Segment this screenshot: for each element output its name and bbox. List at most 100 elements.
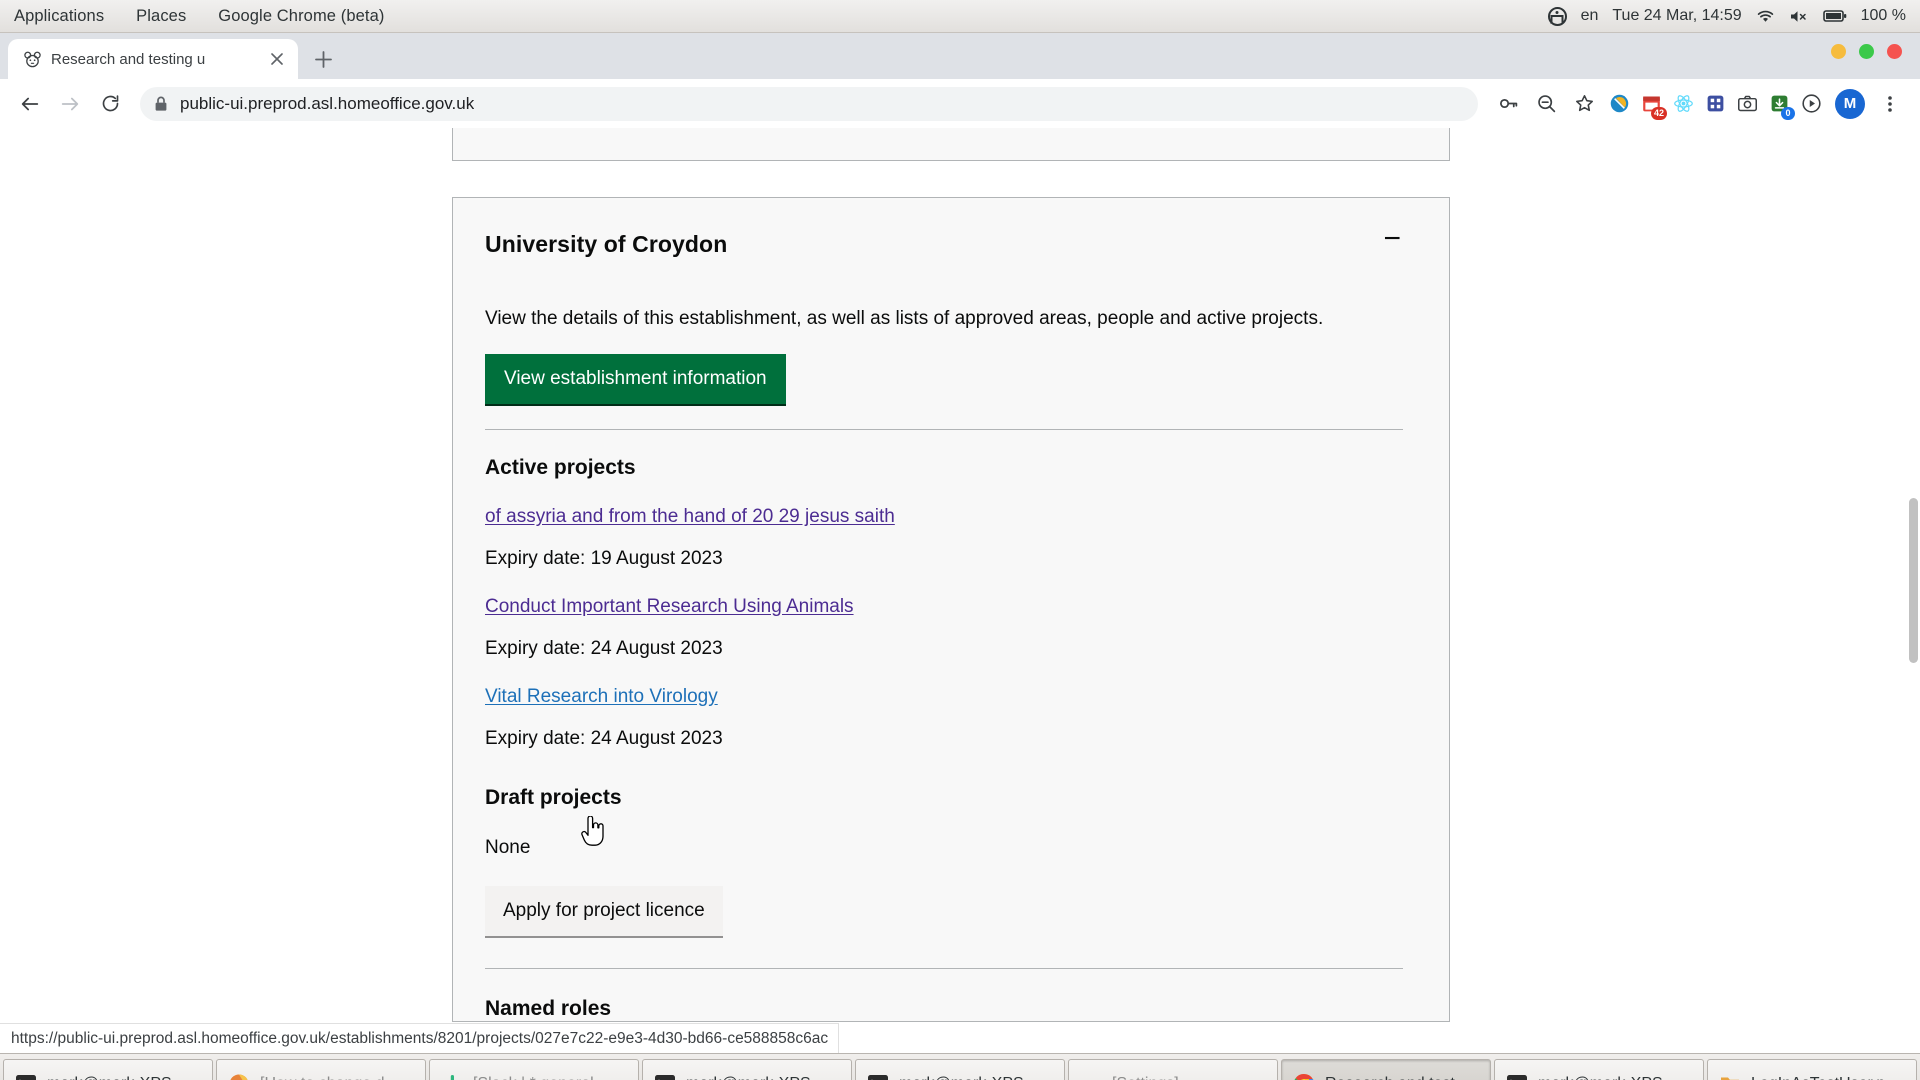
project-link[interactable]: Conduct Important Research Using Animals <box>485 596 854 617</box>
extension-badge-count: 42 <box>1650 106 1667 120</box>
battery-icon[interactable] <box>1822 9 1847 23</box>
list-item: Vital Research into Virology Expiry date… <box>485 686 1403 750</box>
taskbar-item-label: [Settings] <box>1112 1075 1179 1080</box>
menu-places[interactable]: Places <box>136 7 186 26</box>
window-controls <box>1831 44 1902 59</box>
previous-establishment-panel <box>452 128 1450 161</box>
project-link-hovered[interactable]: Vital Research into Virology <box>485 686 718 707</box>
mouse-favicon <box>22 49 42 69</box>
taskbar-item-label: mark@mark-XPS-... <box>1538 1075 1681 1080</box>
taskbar-item-firefox[interactable]: [How to change d... <box>216 1059 426 1080</box>
taskbar-item-settings[interactable]: [Settings] <box>1068 1059 1278 1080</box>
taskbar-item-files[interactable]: LogInAsTestUser.p... <box>1707 1059 1917 1080</box>
taskbar-item-terminal-2[interactable]: mark@mark-XPS-... <box>642 1059 852 1080</box>
minus-icon[interactable]: − <box>1381 224 1403 254</box>
scrollbar-thumb[interactable] <box>1909 498 1918 663</box>
taskbar-item-chrome[interactable]: Research and test... <box>1281 1059 1491 1080</box>
address-bar[interactable]: public-ui.preprod.asl.homeoffice.gov.uk <box>140 86 1478 121</box>
menu-applications[interactable]: Applications <box>14 7 104 26</box>
list-item: of assyria and from the hand of 20 29 je… <box>485 506 1403 570</box>
taskbar-item-label: mark@mark-XPS-... <box>899 1075 1042 1080</box>
taskbar-item-terminal-4[interactable]: mark@mark-XPS-... <box>1494 1059 1704 1080</box>
taskbar-item-label: Research and test... <box>1325 1075 1468 1080</box>
calendar-extension-icon[interactable]: 42 <box>1636 89 1667 120</box>
terminal-icon <box>1507 1074 1527 1080</box>
download-badge-count: 0 <box>1781 106 1795 120</box>
back-arrow-icon[interactable] <box>12 86 48 122</box>
page-viewport: University of Croydon − View the details… <box>0 128 1920 1053</box>
zoom-out-icon[interactable] <box>1528 86 1564 122</box>
reload-icon[interactable] <box>92 86 128 122</box>
close-window-button[interactable] <box>1887 44 1902 59</box>
list-item: Conduct Important Research Using Animals… <box>485 596 1403 660</box>
divider <box>485 967 1403 969</box>
wifi-icon[interactable] <box>1756 9 1775 24</box>
tab-research-and-testing[interactable]: Research and testing u <box>8 39 298 79</box>
taskbar-item-terminal-1[interactable]: mark@mark-XPS-... <box>3 1059 213 1080</box>
taskbar-item-label: [Slack | * general ... <box>473 1075 611 1080</box>
govuk-page: University of Croydon − View the details… <box>0 128 1920 1053</box>
apply-for-project-licence-button[interactable]: Apply for project licence <box>485 885 723 936</box>
forward-arrow-icon[interactable] <box>52 86 88 122</box>
page-scrollbar[interactable] <box>1905 128 1920 1053</box>
taskbar-item-label: mark@mark-XPS-... <box>47 1075 190 1080</box>
establishment-header: University of Croydon − <box>485 224 1403 259</box>
taskbar-item-terminal-3[interactable]: mark@mark-XPS-... <box>855 1059 1065 1080</box>
terminal-icon <box>655 1074 675 1080</box>
lock-icon[interactable] <box>154 96 168 112</box>
firefox-icon <box>230 1074 248 1080</box>
grid-extension-icon[interactable] <box>1700 89 1730 119</box>
volume-muted-icon[interactable] <box>1789 9 1809 24</box>
panel-status-area: en Tue 24 Mar, 14:59 100 % <box>1547 6 1906 26</box>
three-dot-menu-icon[interactable] <box>1872 86 1908 122</box>
close-icon[interactable] <box>266 48 288 70</box>
chrome-icon <box>1294 1073 1314 1080</box>
active-projects-heading: Active projects <box>485 455 636 479</box>
minimize-button[interactable] <box>1831 44 1846 59</box>
react-devtools-icon[interactable] <box>1668 89 1698 119</box>
screenshot-extension-icon[interactable] <box>1732 89 1762 119</box>
project-link[interactable]: of assyria and from the hand of 20 29 je… <box>485 506 895 527</box>
establishment-description: View the details of this establishment, … <box>485 307 1324 329</box>
accessibility-icon[interactable] <box>1547 6 1567 26</box>
chrome-window: Research and testing u public-ui.preprod… <box>0 33 1920 1053</box>
key-icon[interactable] <box>1490 86 1526 122</box>
url-text: public-ui.preprod.asl.homeoffice.gov.uk <box>180 93 475 113</box>
tab-strip: Research and testing u <box>0 33 1920 79</box>
content-column: University of Croydon − View the details… <box>452 128 1450 1022</box>
divider <box>485 428 1403 430</box>
establishment-panel: University of Croydon − View the details… <box>452 197 1450 1022</box>
keyboard-layout-indicator[interactable]: en <box>1581 7 1599 25</box>
media-player-extension-icon[interactable] <box>1796 89 1826 119</box>
ublock-origin-icon[interactable] <box>1604 89 1634 119</box>
tab-title: Research and testing u <box>51 50 206 68</box>
menu-google-chrome-beta[interactable]: Google Chrome (beta) <box>218 7 384 26</box>
named-roles-heading: Named roles <box>485 996 612 1020</box>
taskbar-item-label: LogInAsTestUser.p... <box>1751 1075 1899 1080</box>
battery-percentage: 100 % <box>1860 7 1906 24</box>
browser-toolbar: public-ui.preprod.asl.homeoffice.gov.uk … <box>0 79 1920 128</box>
files-icon <box>1721 1077 1739 1080</box>
clock[interactable]: Tue 24 Mar, 14:59 <box>1612 7 1741 25</box>
terminal-icon <box>16 1074 36 1080</box>
view-establishment-information-button[interactable]: View establishment information <box>485 353 786 404</box>
toolbar-actions: 42 0 M <box>1490 86 1908 122</box>
download-extension-icon[interactable]: 0 <box>1764 89 1795 120</box>
settings-icon <box>1084 1079 1098 1080</box>
taskbar-item-slack[interactable]: [Slack | * general ... <box>429 1059 639 1080</box>
taskbar-item-label: mark@mark-XPS-... <box>686 1075 829 1080</box>
taskbar: mark@mark-XPS-... [How to change d... [S… <box>0 1053 1920 1080</box>
draft-projects-heading: Draft projects <box>485 785 622 809</box>
draft-projects-empty: None <box>485 836 531 858</box>
gnome-top-panel: Applications Places Google Chrome (beta)… <box>0 0 1920 33</box>
page-title: University of Croydon <box>485 231 728 257</box>
maximize-button[interactable] <box>1859 44 1874 59</box>
taskbar-item-label: [How to change d... <box>260 1075 398 1080</box>
project-expiry: Expiry date: 19 August 2023 <box>485 547 723 569</box>
new-tab-button[interactable] <box>306 42 340 76</box>
status-bar-url: https://public-ui.preprod.asl.homeoffice… <box>0 1023 840 1053</box>
terminal-icon <box>868 1074 888 1080</box>
star-icon[interactable] <box>1566 86 1602 122</box>
avatar[interactable]: M <box>1835 88 1865 119</box>
project-expiry: Expiry date: 24 August 2023 <box>485 727 723 749</box>
